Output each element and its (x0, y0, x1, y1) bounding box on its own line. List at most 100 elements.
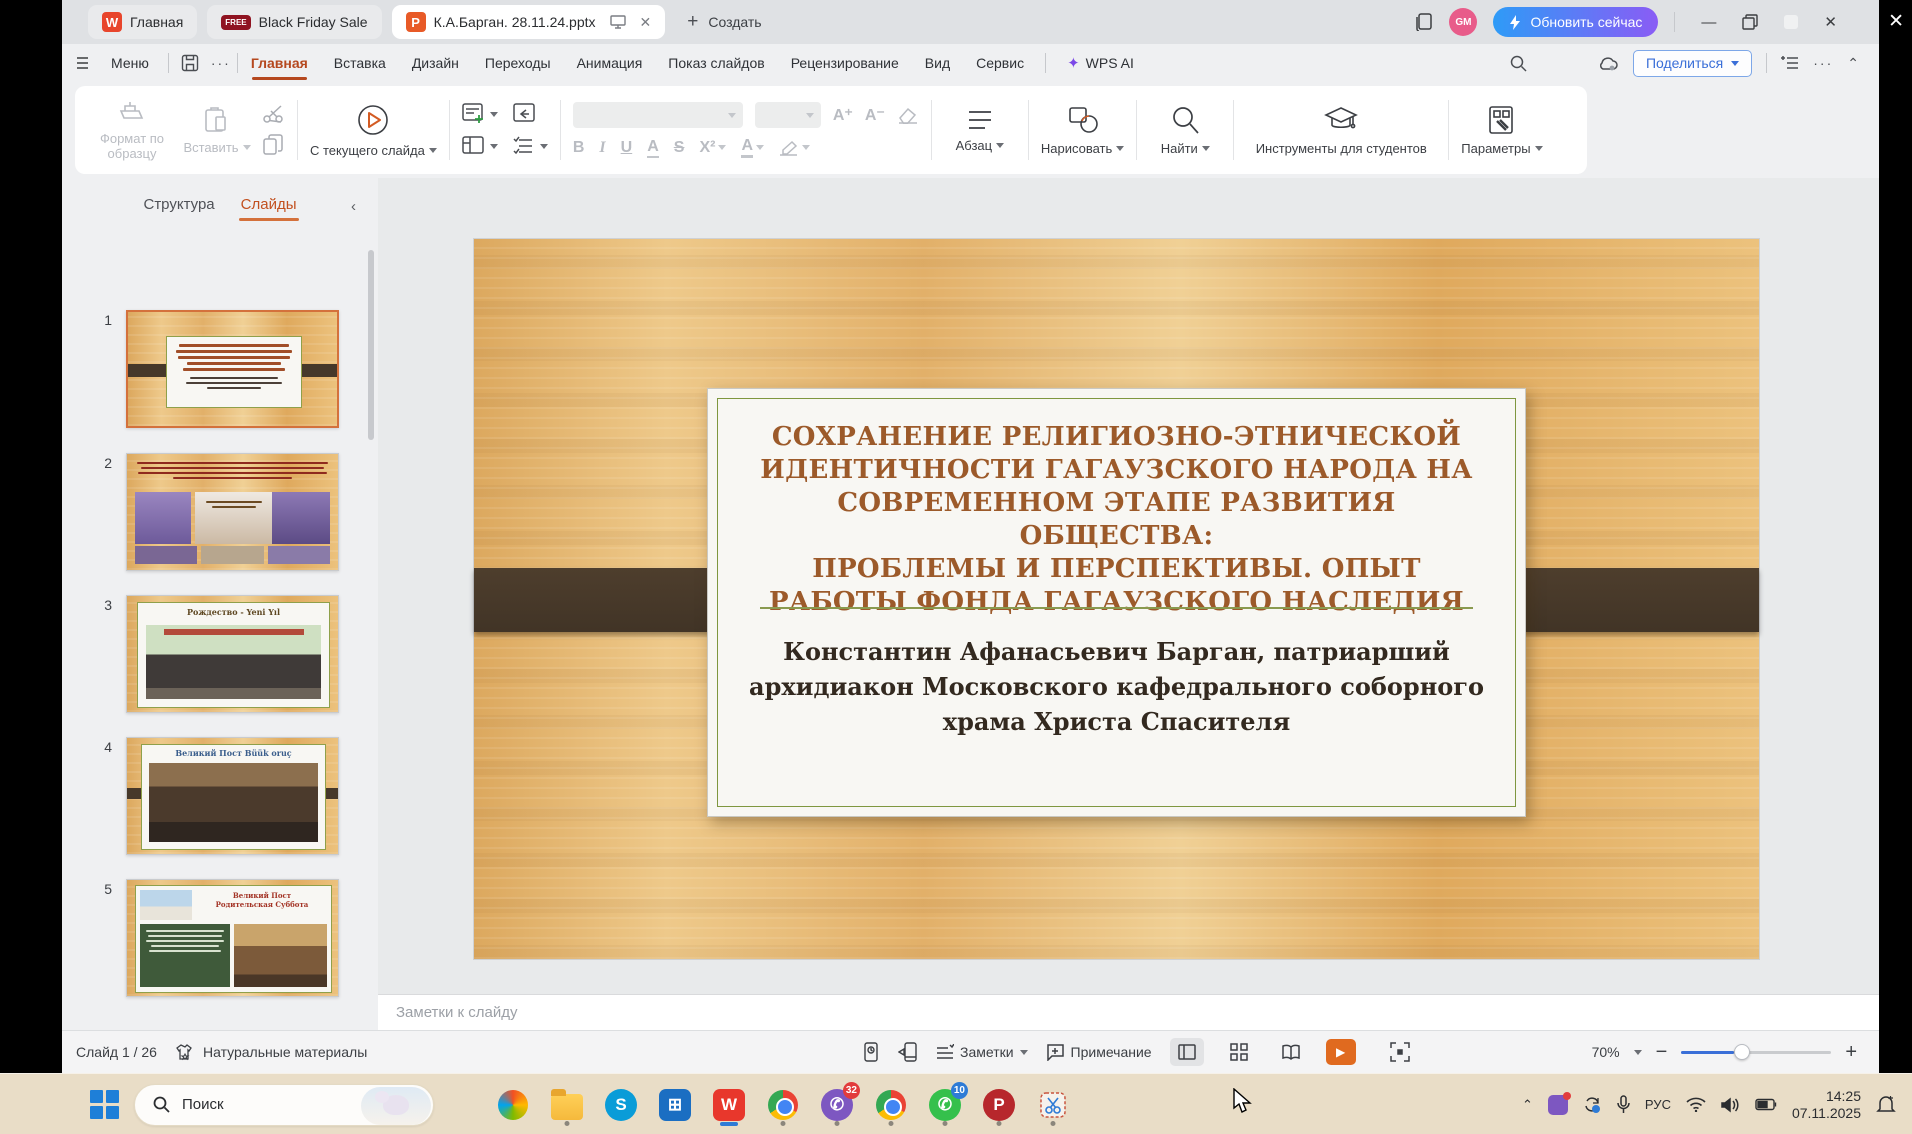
underline-button[interactable]: U (621, 139, 633, 157)
close-tab-icon[interactable]: ✕ (640, 14, 652, 31)
tray-battery-icon[interactable] (1755, 1098, 1777, 1111)
slide-card[interactable]: СОХРАНЕНИЕ РЕЛИГИОЗНО-ЭТНИЧЕСКОЙ ИДЕНТИЧ… (707, 388, 1526, 817)
decrease-font-button[interactable]: A⁻ (865, 105, 885, 125)
more-commands-icon[interactable]: ··· (211, 55, 231, 71)
play-from-current-button[interactable]: С текущего слайда (310, 103, 437, 158)
menu-button[interactable]: Меню (98, 55, 162, 71)
notes-bar[interactable]: Заметки к слайду (378, 994, 1879, 1030)
collapse-ribbon-icon[interactable]: ⌃ (1847, 55, 1859, 72)
more-options-icon[interactable]: ··· (1813, 55, 1833, 71)
paragraph-button[interactable]: Абзац (944, 108, 1016, 153)
new-slide-button[interactable] (462, 103, 498, 125)
slide-thumbnail-1[interactable] (126, 310, 339, 428)
start-button[interactable] (90, 1090, 120, 1120)
cloud-sync-icon[interactable] (1597, 55, 1619, 71)
cast-to-device-icon[interactable] (898, 1042, 918, 1062)
avatar[interactable]: GM (1449, 8, 1477, 36)
tab-document[interactable]: P К.А.Барган. 28.11.24.pptx ✕ (392, 5, 666, 39)
tray-volume-icon[interactable] (1721, 1097, 1740, 1113)
strikethrough-button[interactable]: S (674, 139, 685, 157)
slide-thumbnail-4[interactable]: Великий Пост Büük oruç (126, 737, 339, 855)
menu-tab-view[interactable]: Вид (912, 55, 963, 71)
customize-toolbar-icon[interactable] (1781, 55, 1799, 71)
slide-layout-button[interactable] (462, 135, 498, 157)
slideshow-play-button[interactable]: ▶ (1326, 1039, 1356, 1065)
slide-thumbnail-5[interactable]: Великий Пост Родительская Суббота (126, 879, 339, 997)
menu-tab-tools[interactable]: Сервис (963, 55, 1037, 71)
current-slide[interactable]: СОХРАНЕНИЕ РЕЛИГИОЗНО-ЭТНИЧЕСКОЙ ИДЕНТИЧ… (474, 239, 1759, 959)
tray-viber-icon[interactable] (1548, 1095, 1568, 1115)
wps-ai-button[interactable]: ✦ WPS AI (1054, 54, 1147, 72)
student-tools-button[interactable]: Инструменты для студентов (1246, 105, 1436, 156)
zoom-value[interactable]: 70% (1592, 1044, 1620, 1060)
italic-button[interactable]: I (599, 139, 605, 157)
font-color-button[interactable]: А (741, 137, 764, 158)
menu-tab-transitions[interactable]: Переходы (472, 55, 564, 71)
zoom-slider-knob[interactable] (1734, 1044, 1750, 1060)
collapse-sidebar-icon[interactable]: ‹ (351, 198, 356, 215)
taskbar-viber[interactable]: ✆32 (818, 1083, 856, 1127)
taskbar-chrome[interactable] (764, 1083, 802, 1127)
theme-name[interactable]: Натуральные материалы (203, 1044, 367, 1060)
slide-sorter-view-button[interactable] (1222, 1038, 1256, 1066)
tray-expand-icon[interactable]: ⌃ (1522, 1097, 1533, 1113)
taskbar-wps[interactable]: W (710, 1083, 748, 1127)
update-now-button[interactable]: Обновить сейчас (1493, 7, 1658, 37)
taskbar-whatsapp[interactable]: ✆10 (926, 1083, 964, 1127)
tray-sync-icon[interactable] (1583, 1096, 1602, 1114)
taskbar-snipping-tool[interactable] (1034, 1083, 1072, 1127)
copy-icon[interactable] (263, 134, 283, 156)
comment-button[interactable]: Примечание (1046, 1044, 1152, 1061)
tray-microphone-icon[interactable] (1617, 1095, 1630, 1114)
scissors-icon[interactable] (263, 104, 285, 124)
save-icon[interactable] (181, 54, 199, 72)
slide-title[interactable]: СОХРАНЕНИЕ РЕЛИГИОЗНО-ЭТНИЧЕСКОЙ ИДЕНТИЧ… (748, 421, 1485, 619)
find-button[interactable]: Найти (1149, 105, 1221, 156)
notification-bell-icon[interactable] (1876, 1095, 1896, 1115)
highlight-button[interactable] (779, 140, 810, 156)
menu-tab-animation[interactable]: Анимация (564, 55, 656, 71)
bold-button[interactable]: B (573, 139, 585, 157)
font-name-select[interactable] (573, 102, 743, 128)
zoom-slider[interactable] (1681, 1051, 1831, 1054)
taskbar-wps-presentation[interactable]: P (980, 1083, 1018, 1127)
reading-view-button[interactable] (1274, 1038, 1308, 1066)
zoom-in-button[interactable]: + (1845, 1041, 1857, 1064)
tab-outline[interactable]: Структура (143, 196, 214, 213)
menu-tab-design[interactable]: Дизайн (399, 55, 472, 71)
bullet-list-button[interactable] (512, 135, 548, 157)
tray-language[interactable]: РУС (1645, 1097, 1671, 1112)
taskbar-copilot[interactable] (494, 1083, 532, 1127)
device-preview-icon[interactable] (862, 1042, 880, 1062)
share-button[interactable]: Поделиться (1633, 50, 1752, 77)
taskbar-skype[interactable]: S (602, 1083, 640, 1127)
snap-layout-icon[interactable] (1784, 15, 1798, 29)
taskbar-search[interactable]: Поиск (134, 1084, 434, 1126)
outer-close-icon[interactable]: ✕ (1888, 10, 1904, 33)
reset-slide-button[interactable] (512, 103, 548, 125)
options-button[interactable]: Параметры (1461, 105, 1542, 156)
tab-slides[interactable]: Слайды (241, 196, 297, 213)
notes-toggle-button[interactable]: Заметки (936, 1044, 1028, 1060)
taskbar-explorer[interactable] (548, 1083, 586, 1127)
tray-wifi-icon[interactable] (1686, 1097, 1706, 1112)
present-mode-icon[interactable] (610, 15, 626, 29)
taskbar-store[interactable]: ⊞ (656, 1083, 694, 1127)
menu-tab-home[interactable]: Главная (238, 55, 321, 71)
char-spacing-button[interactable]: А (647, 138, 659, 158)
restore-button[interactable] (1742, 14, 1758, 30)
fullscreen-icon[interactable] (1390, 1042, 1410, 1062)
draw-button[interactable]: Нарисовать (1041, 105, 1124, 156)
menu-tab-slideshow[interactable]: Показ слайдов (655, 55, 777, 71)
font-size-select[interactable] (755, 102, 821, 128)
slide-subtitle[interactable]: Константин Афанасьевич Барган, патриарши… (738, 634, 1495, 739)
superscript-button[interactable]: X² (699, 139, 726, 157)
tray-clock[interactable]: 14:25 07.11.2025 (1792, 1088, 1861, 1122)
taskbar-chrome-profile[interactable] (872, 1083, 910, 1127)
search-icon[interactable] (1510, 55, 1527, 72)
slide-canvas[interactable]: СОХРАНЕНИЕ РЕЛИГИОЗНО-ЭТНИЧЕСКОЙ ИДЕНТИЧ… (378, 178, 1879, 994)
paste-button[interactable]: Вставить (181, 106, 253, 155)
format-painter-button[interactable]: Формат по образцу (93, 99, 171, 161)
zoom-out-button[interactable]: − (1656, 1041, 1668, 1064)
clear-format-icon[interactable] (897, 106, 919, 124)
